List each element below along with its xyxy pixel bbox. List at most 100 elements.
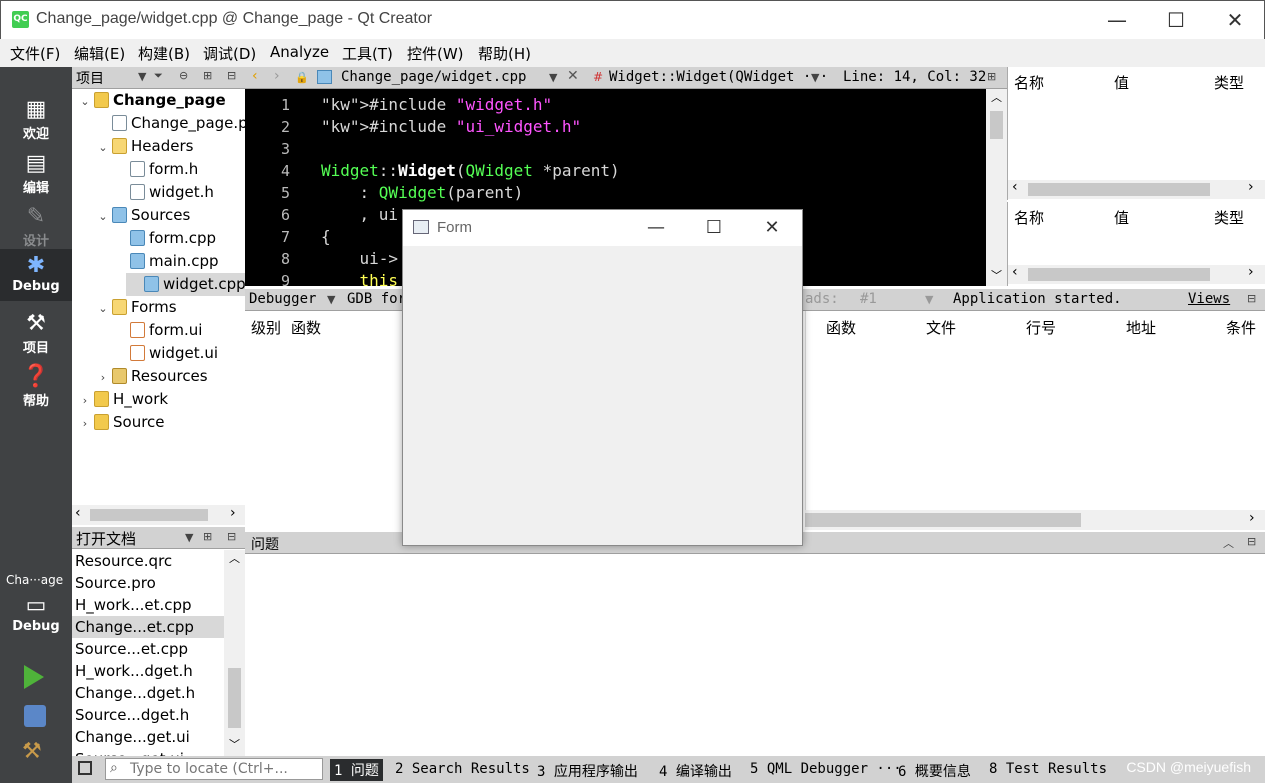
chevron-down-icon[interactable]: ⌄ [76, 90, 94, 113]
tree-item[interactable]: ⌄ Headers [94, 135, 193, 158]
chevron-down-icon[interactable]: ⌄ [94, 205, 112, 228]
tree-item[interactable]: Change_page.pro [94, 112, 245, 135]
open-document-item[interactable]: Change...et.cpp [72, 616, 224, 638]
menu-edit[interactable]: 编辑(E) [74, 43, 125, 64]
tree-item[interactable]: › H_work [76, 388, 168, 411]
column-header-name[interactable]: 名称 [1014, 72, 1044, 93]
tab-search-results[interactable]: 2 Search Results [395, 761, 530, 777]
link-icon[interactable]: ⊖ [179, 69, 188, 82]
mode-help[interactable]: ❓ 帮助 [0, 364, 72, 412]
form-window[interactable]: Form — ☐ ✕ [402, 209, 803, 546]
scroll-thumb[interactable] [1028, 268, 1210, 281]
menu-debug[interactable]: 调试(D) [203, 43, 256, 64]
split-icon[interactable]: ⊞ [203, 530, 212, 543]
maximize-panel-icon[interactable]: ︿ [1223, 535, 1234, 551]
back-icon[interactable]: ‹ [252, 68, 258, 84]
column-header-condition[interactable]: 条件 [1226, 317, 1256, 338]
column-header-name[interactable]: 名称 [1014, 207, 1044, 228]
scroll-thumb[interactable] [805, 513, 1081, 527]
split-icon[interactable]: ⊞ [203, 69, 212, 82]
scroll-left-icon[interactable]: ‹ [1012, 179, 1018, 195]
tree-item[interactable]: form.ui [112, 319, 202, 342]
scroll-left-icon[interactable]: ‹ [1012, 264, 1018, 280]
tab-test-results[interactable]: 8 Test Results [989, 761, 1107, 777]
menu-tools[interactable]: 工具(T) [342, 43, 393, 64]
mode-debug[interactable]: ✱ Debug [0, 249, 72, 301]
symbol-dropdown-icon[interactable]: ▼ [811, 71, 819, 84]
editor-file-name[interactable]: Change_page/widget.cpp [341, 69, 526, 85]
tab-problems[interactable]: 1 问题 [330, 759, 383, 781]
tab-application-output[interactable]: 3 应用程序输出 [537, 761, 638, 781]
open-document-item[interactable]: Source...et.cpp [72, 638, 224, 660]
debugger-dropdown-icon[interactable]: ▼ [327, 293, 335, 306]
project-panel-title[interactable]: 项目 [76, 68, 104, 88]
locator-input[interactable]: ⌕ Type to locate (Ctrl+... [105, 758, 323, 780]
scroll-up-icon[interactable]: ︿ [991, 89, 1002, 105]
open-documents-vertical-scrollbar[interactable]: ︿ ﹀ [224, 550, 245, 756]
menu-file[interactable]: 文件(F) [10, 43, 60, 64]
open-document-item[interactable]: H_work...dget.h [72, 660, 224, 682]
scroll-left-icon[interactable]: ‹ [75, 505, 81, 521]
form-maximize-button[interactable]: ☐ [685, 210, 743, 246]
close-panel-icon[interactable]: ⊟ [1247, 292, 1256, 305]
chevron-right-icon[interactable]: › [94, 366, 112, 389]
form-close-button[interactable]: ✕ [743, 210, 801, 246]
open-document-item[interactable]: Change...get.ui [72, 726, 224, 748]
menu-analyze[interactable]: Analyze [270, 43, 329, 61]
chevron-down-icon[interactable]: ⌄ [94, 136, 112, 159]
tree-item[interactable]: ⌄ Sources [94, 204, 190, 227]
locals-horizontal-scrollbar[interactable]: ‹ › [1008, 179, 1265, 199]
split-editor-icon[interactable]: ⊞ [987, 70, 996, 83]
mode-welcome[interactable]: ▦ 欢迎 [0, 97, 72, 145]
open-documents-title[interactable]: 打开文档 [76, 528, 136, 549]
kit-selector[interactable]: ▭ Debug [0, 593, 72, 643]
scroll-thumb[interactable] [228, 668, 241, 728]
toggle-sidebar-icon[interactable] [78, 761, 92, 775]
tree-item[interactable]: widget.ui [112, 342, 218, 365]
tree-item[interactable]: ⌄ Change_page [76, 89, 225, 113]
minimize-button[interactable]: — [1088, 1, 1146, 39]
close-panel-icon[interactable]: ⊟ [227, 69, 236, 82]
tab-qml-debugger[interactable]: 5 QML Debugger ··· [750, 761, 902, 777]
column-header-file[interactable]: 文件 [926, 317, 956, 338]
code-vertical-scrollbar[interactable]: ︿ ﹀ [986, 89, 1007, 286]
tree-item[interactable]: widget.h [112, 181, 214, 204]
column-header-address[interactable]: 地址 [1126, 317, 1156, 338]
tree-item[interactable]: widget.cpp [126, 273, 245, 296]
tree-item[interactable]: main.cpp [112, 250, 219, 273]
tree-item[interactable]: form.h [112, 158, 198, 181]
breakpoints-horizontal-scrollbar[interactable]: › [805, 510, 1265, 530]
scroll-thumb[interactable] [90, 509, 208, 521]
forward-icon[interactable]: › [274, 68, 280, 84]
menu-build[interactable]: 构建(B) [138, 43, 190, 64]
expressions-horizontal-scrollbar[interactable]: ‹ › [1008, 264, 1265, 284]
close-document-icon[interactable]: ✕ [567, 68, 579, 84]
project-horizontal-scrollbar[interactable]: ‹ › [72, 505, 245, 525]
column-header-type[interactable]: 类型 [1214, 72, 1244, 93]
open-document-item[interactable]: H_work...et.cpp [72, 594, 224, 616]
open-document-item[interactable]: Resource.qrc [72, 550, 224, 572]
tree-item[interactable]: form.cpp [112, 227, 216, 250]
debug-run-icon[interactable] [24, 705, 46, 727]
dropdown-arrow-icon[interactable]: ▼ [138, 70, 146, 83]
scroll-right-icon[interactable]: › [1249, 510, 1255, 526]
scroll-thumb[interactable] [990, 111, 1003, 139]
scroll-down-icon[interactable]: ﹀ [229, 736, 240, 752]
open-document-item[interactable]: Source.pro [72, 572, 224, 594]
chevron-right-icon[interactable]: › [76, 389, 94, 412]
scroll-right-icon[interactable]: › [1248, 179, 1254, 195]
column-header-type[interactable]: 类型 [1214, 207, 1244, 228]
mode-projects[interactable]: ⚒ 项目 [0, 311, 72, 359]
scroll-right-icon[interactable]: › [1248, 264, 1254, 280]
tab-general-messages[interactable]: 6 概要信息 [898, 761, 971, 781]
form-title-bar[interactable]: Form — ☐ ✕ [403, 210, 802, 246]
mode-edit[interactable]: ▤ 编辑 [0, 151, 72, 199]
dropdown-arrow-icon[interactable]: ▼ [185, 531, 193, 544]
form-minimize-button[interactable]: — [627, 210, 685, 246]
mode-design[interactable]: ✎ 设计 [0, 204, 72, 252]
views-menu[interactable]: Views [1188, 291, 1230, 307]
close-button[interactable]: ✕ [1206, 1, 1264, 39]
tree-item[interactable]: › Resources [94, 365, 208, 388]
chevron-down-icon[interactable]: ⌄ [94, 297, 112, 320]
debugger-label[interactable]: Debugger [249, 291, 316, 307]
